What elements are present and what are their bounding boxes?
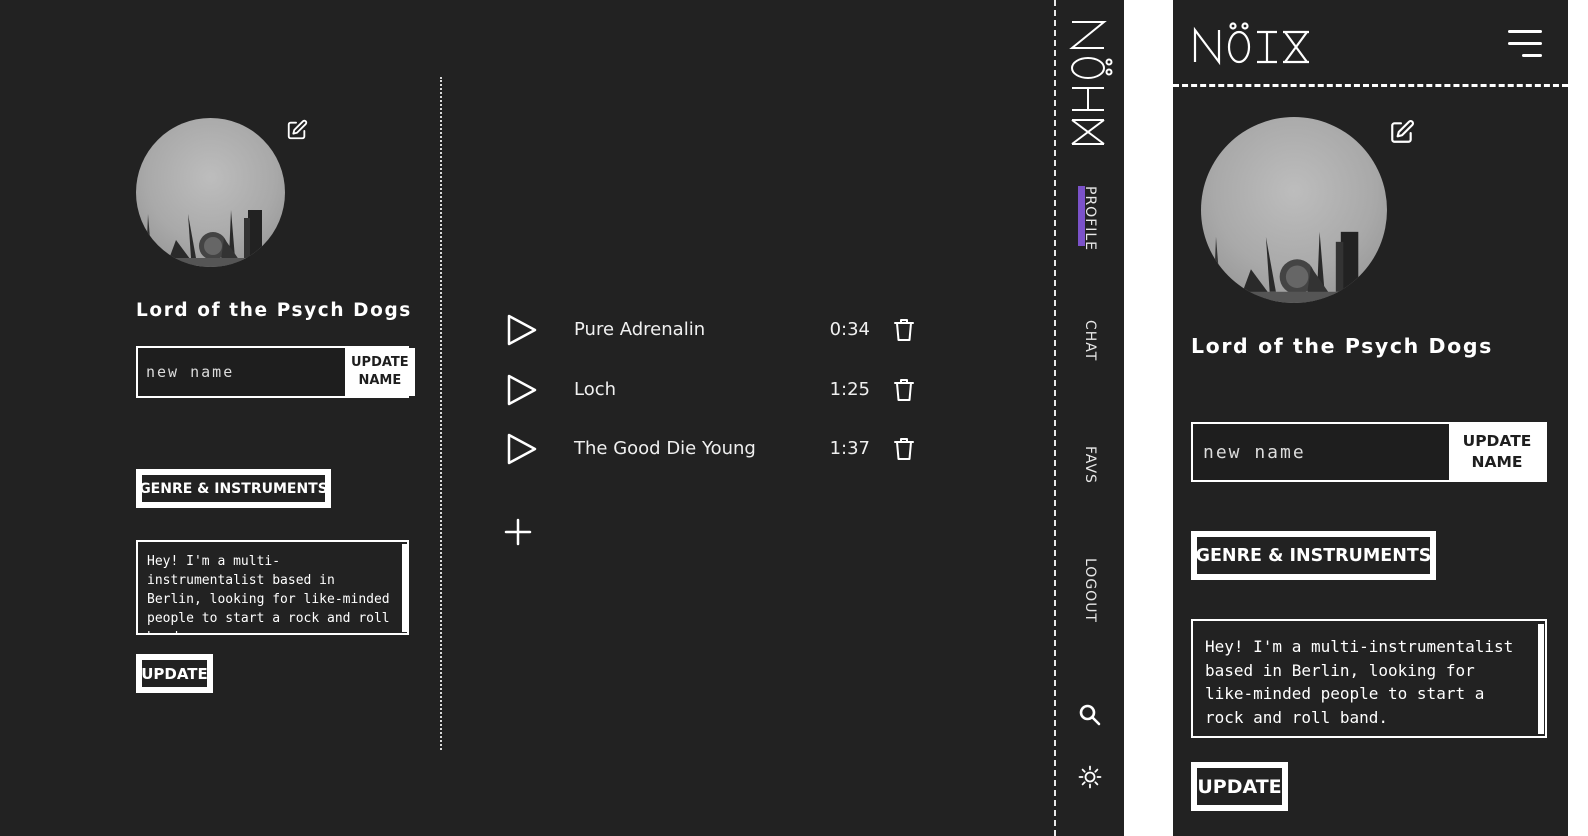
avatar [136,118,285,267]
bio-text: Hey! I'm a multi-instrumentalist based i… [1205,637,1514,727]
track-row: Loch 1:25 [505,373,925,409]
track-duration: 0:34 [829,319,870,340]
track-title: Loch [574,379,617,400]
update-name-button[interactable]: UPDATE NAME [1449,424,1545,480]
play-icon[interactable] [505,313,539,347]
nav-item-chat[interactable]: CHAT [1082,320,1098,361]
track-title: The Good Die Young [574,438,756,459]
trash-icon[interactable] [893,378,915,402]
avatar [1201,117,1387,303]
bio-text: Hey! I'm a multi-instrumentalist based i… [147,554,390,633]
menu-line [1508,30,1542,33]
name-form: UPDATE NAME [136,346,415,398]
menu-line [1522,54,1542,57]
track-title: Pure Adrenalin [574,319,706,340]
bio-scrollbar[interactable] [1538,624,1544,734]
new-name-input[interactable] [1193,424,1449,480]
avatar-guitars-image [1201,231,1387,303]
genre-instruments-button[interactable]: GENRE & INSTRUMENTS [134,467,333,510]
new-name-input[interactable] [138,348,345,396]
brand-logo-vertical[interactable] [1066,18,1116,148]
bio-textarea[interactable]: Hey! I'm a multi-instrumentalist based i… [136,540,409,635]
name-form: UPDATE NAME [1191,422,1547,482]
update-name-button[interactable]: UPDATE NAME [345,348,415,396]
column-divider [440,77,442,750]
track-row: The Good Die Young 1:37 [505,432,925,468]
avatar-guitars-image [136,210,285,267]
bio-scrollbar[interactable] [402,544,407,632]
trash-icon[interactable] [893,318,915,342]
nav-item-favs[interactable]: FAVS [1082,446,1098,484]
genre-instruments-button[interactable]: GENRE & INSTRUMENTS [1189,529,1438,582]
menu-icon[interactable] [1508,30,1542,58]
add-track-icon[interactable] [504,518,532,546]
edit-avatar-icon[interactable] [1389,119,1415,145]
display-name: Lord of the Psych Dogs [136,300,412,321]
display-name: Lord of the Psych Dogs [1191,334,1493,358]
play-icon[interactable] [505,432,539,466]
sun-icon[interactable] [1078,765,1102,789]
nav-item-profile[interactable]: PROFILE [1082,186,1098,251]
track-duration: 1:25 [829,379,870,400]
trash-icon[interactable] [893,437,915,461]
track-row: Pure Adrenalin 0:34 [505,313,925,349]
menu-line [1508,42,1542,45]
edit-avatar-icon[interactable] [286,119,308,141]
update-bio-button[interactable]: UPDATE [134,652,215,695]
update-bio-button[interactable]: UPDATE [1189,760,1290,813]
track-duration: 1:37 [829,438,870,459]
bio-textarea[interactable]: Hey! I'm a multi-instrumentalist based i… [1191,619,1547,738]
play-icon[interactable] [505,373,539,407]
search-icon[interactable] [1078,703,1102,727]
brand-logo[interactable] [1193,22,1311,66]
nav-item-logout[interactable]: LOGOUT [1082,558,1098,623]
